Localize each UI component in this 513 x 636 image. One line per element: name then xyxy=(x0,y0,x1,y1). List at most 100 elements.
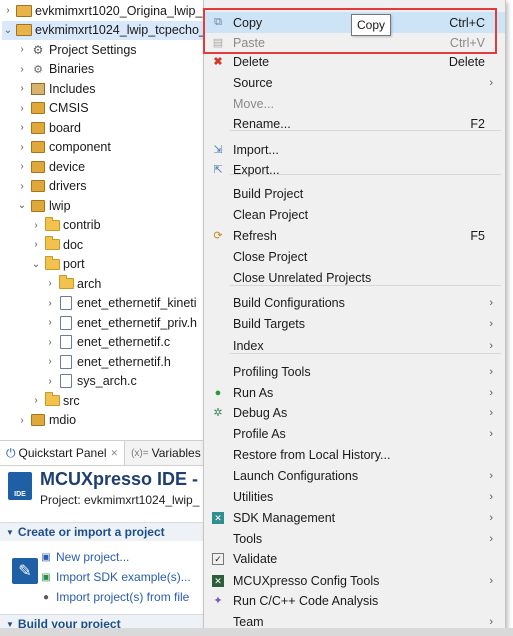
menu-item-run-as[interactable]: ● Run As › xyxy=(204,382,505,403)
tree-item-board[interactable]: › board xyxy=(16,118,210,137)
tab-quickstart-panel[interactable]: ⏻ Quickstart Panel ✕ xyxy=(0,441,126,465)
chevron-right-icon[interactable]: › xyxy=(44,298,56,309)
chevron-right-icon[interactable]: › xyxy=(16,181,28,192)
menu-item-clean-project[interactable]: Clean Project xyxy=(204,204,505,225)
chevron-right-icon[interactable]: › xyxy=(2,5,14,16)
tree-item-evkmimxrt1024-lwip-tcpecho[interactable]: ⌄ evkmimxrt1024_lwip_tcpecho_ xyxy=(2,20,210,40)
tree-item-component[interactable]: › component xyxy=(16,138,210,157)
tree-item-enet-ethernetif-c[interactable]: › enet_ethernetif.c xyxy=(44,333,210,352)
chevron-right-icon[interactable]: › xyxy=(30,395,42,406)
new-project-link[interactable]: ▣ New project... xyxy=(41,550,129,564)
chevron-right-icon[interactable]: › xyxy=(16,142,28,153)
chevron-right-icon[interactable]: › xyxy=(44,376,56,387)
chevron-right-icon[interactable]: › xyxy=(44,278,56,289)
chevron-right-icon[interactable]: › xyxy=(16,122,28,133)
menu-item-build-targets[interactable]: Build Targets › xyxy=(204,313,505,334)
chevron-right-icon[interactable]: › xyxy=(30,239,42,250)
tree-item-project-settings[interactable]: › ⚙ Project Settings xyxy=(16,40,210,59)
section-create-import[interactable]: ▼ Create or import a project xyxy=(0,522,210,541)
chevron-right-icon[interactable]: › xyxy=(44,337,56,348)
chevron-right-icon[interactable]: › xyxy=(16,161,28,172)
link-label: Import project(s) from file xyxy=(56,590,190,604)
menu-item-refresh[interactable]: ⟳ Refresh F5 xyxy=(204,225,505,246)
menu-item-validate[interactable]: ✓ Validate xyxy=(204,548,505,569)
menu-item-source[interactable]: Source › xyxy=(204,72,505,93)
tree-item-doc[interactable]: › doc xyxy=(30,235,210,254)
close-icon[interactable]: ✕ xyxy=(111,448,119,459)
tree-item-binaries[interactable]: › ⚙ Binaries xyxy=(16,60,210,79)
tab-variables[interactable]: (x)= Variables xyxy=(125,441,207,465)
menu-item-profiling-tools[interactable]: Profiling Tools › xyxy=(204,361,505,382)
h-file-icon xyxy=(58,354,74,369)
folder-icon xyxy=(44,236,60,252)
import-sdk-examples-link[interactable]: ▣ Import SDK example(s)... xyxy=(41,570,190,584)
tree-item-drivers[interactable]: › drivers xyxy=(16,177,210,196)
tree-item-src[interactable]: › src xyxy=(30,391,210,410)
menu-item-close-unrelated-projects[interactable]: Close Unrelated Projects xyxy=(204,267,505,288)
menu-item-restore-from-local-history[interactable]: Restore from Local History... xyxy=(204,444,505,465)
menu-item-sdk-management[interactable]: ✕ SDK Management › xyxy=(204,507,505,528)
menu-item-profile-as[interactable]: Profile As › xyxy=(204,423,505,444)
tree-item-mdio[interactable]: › mdio xyxy=(16,411,210,430)
tree-item-label: lwip xyxy=(49,198,71,213)
chevron-right-icon[interactable]: › xyxy=(16,103,28,114)
package-icon xyxy=(30,413,46,427)
context-menu: ⧉ Copy Ctrl+C ▤ Paste Ctrl+V ✖ Delete Delete Sour… xyxy=(203,0,506,636)
tree-item-enet-ethernetif-priv-h[interactable]: › enet_ethernetif_priv.h xyxy=(44,313,210,332)
menu-item-close-project[interactable]: Close Project xyxy=(204,246,505,267)
tree-item-label: enet_ethernetif_kineti xyxy=(77,296,197,310)
menu-item-build-configurations[interactable]: Build Configurations › xyxy=(204,292,505,313)
tree-item-label: enet_ethernetif.c xyxy=(77,335,171,349)
export-icon: ⇱ xyxy=(213,164,223,176)
menu-item-rename[interactable]: Rename... F2 xyxy=(204,113,505,134)
tree-item-label: sys_arch.c xyxy=(77,374,137,388)
tree-item-contrib[interactable]: › contrib xyxy=(30,216,210,235)
menu-item-move[interactable]: Move... xyxy=(204,93,505,114)
tree-item-includes[interactable]: › Includes xyxy=(16,79,210,98)
menu-item-label: Debug As xyxy=(233,405,288,420)
menu-item-utilities[interactable]: Utilities › xyxy=(204,486,505,507)
tree-item-evkmimxrt1020-origina-lwip[interactable]: › evkmimxrt1020_Origina_lwip_ xyxy=(2,1,210,20)
chevron-right-icon[interactable]: › xyxy=(30,220,42,231)
menu-item-index[interactable]: Index › xyxy=(204,335,505,356)
menu-item-label: Build Project xyxy=(233,186,304,201)
menu-item-export[interactable]: ⇱ Export... xyxy=(204,159,505,180)
package-icon xyxy=(30,121,46,135)
tree-item-enet-ethernetif-h[interactable]: › enet_ethernetif.h xyxy=(44,352,210,371)
menu-item-delete[interactable]: ✖ Delete Delete xyxy=(204,51,505,72)
chevron-right-icon[interactable]: › xyxy=(16,44,28,55)
package-icon xyxy=(30,160,46,174)
tree-item-enet-ethernetif-kineti[interactable]: › enet_ethernetif_kineti xyxy=(44,294,210,313)
menu-item-build-project[interactable]: Build Project xyxy=(204,183,505,204)
tree-item-label: drivers xyxy=(49,179,87,193)
menu-item-tools[interactable]: Tools › xyxy=(204,528,505,549)
menu-item-label: Run C/C++ Code Analysis xyxy=(233,593,379,608)
menu-item-debug-as[interactable]: ✲ Debug As › xyxy=(204,402,505,423)
import-projects-from-file-link[interactable]: ● Import project(s) from file xyxy=(43,590,190,604)
chevron-down-icon[interactable]: ⌄ xyxy=(30,259,42,270)
menu-item-import[interactable]: ⇲ Import... xyxy=(204,139,505,160)
chevron-right-icon: › xyxy=(489,317,493,330)
chevron-right-icon[interactable]: › xyxy=(16,83,28,94)
tree-item-sys-arch-c[interactable]: › sys_arch.c xyxy=(44,372,210,391)
menu-item-label: Move... xyxy=(233,96,274,111)
tree-item-lwip[interactable]: ⌄ lwip xyxy=(16,196,210,215)
chevron-right-icon: › xyxy=(489,532,493,545)
tree-item-port[interactable]: ⌄ port xyxy=(30,255,210,274)
tree-item-cmsis[interactable]: › CMSIS xyxy=(16,99,210,118)
chevron-right-icon: › xyxy=(489,406,493,419)
chevron-right-icon[interactable]: › xyxy=(44,356,56,367)
chevron-right-icon[interactable]: › xyxy=(44,317,56,328)
menu-item-mcuxpresso-config-tools[interactable]: ✕ MCUXpresso Config Tools › xyxy=(204,570,505,591)
tree-item-device[interactable]: › device xyxy=(16,157,210,176)
chevron-down-icon[interactable]: ⌄ xyxy=(16,200,28,211)
chevron-right-icon[interactable]: › xyxy=(16,64,28,75)
folder-icon xyxy=(44,216,60,232)
chevron-right-icon[interactable]: › xyxy=(16,415,28,426)
tree-item-arch[interactable]: › arch xyxy=(44,274,210,293)
h-file-icon xyxy=(58,315,74,330)
project-icon xyxy=(16,23,32,37)
menu-item-launch-configurations[interactable]: Launch Configurations › xyxy=(204,465,505,486)
menu-item-run-c-c-code-analysis[interactable]: ✦ Run C/C++ Code Analysis xyxy=(204,590,505,611)
chevron-down-icon[interactable]: ⌄ xyxy=(2,25,14,36)
